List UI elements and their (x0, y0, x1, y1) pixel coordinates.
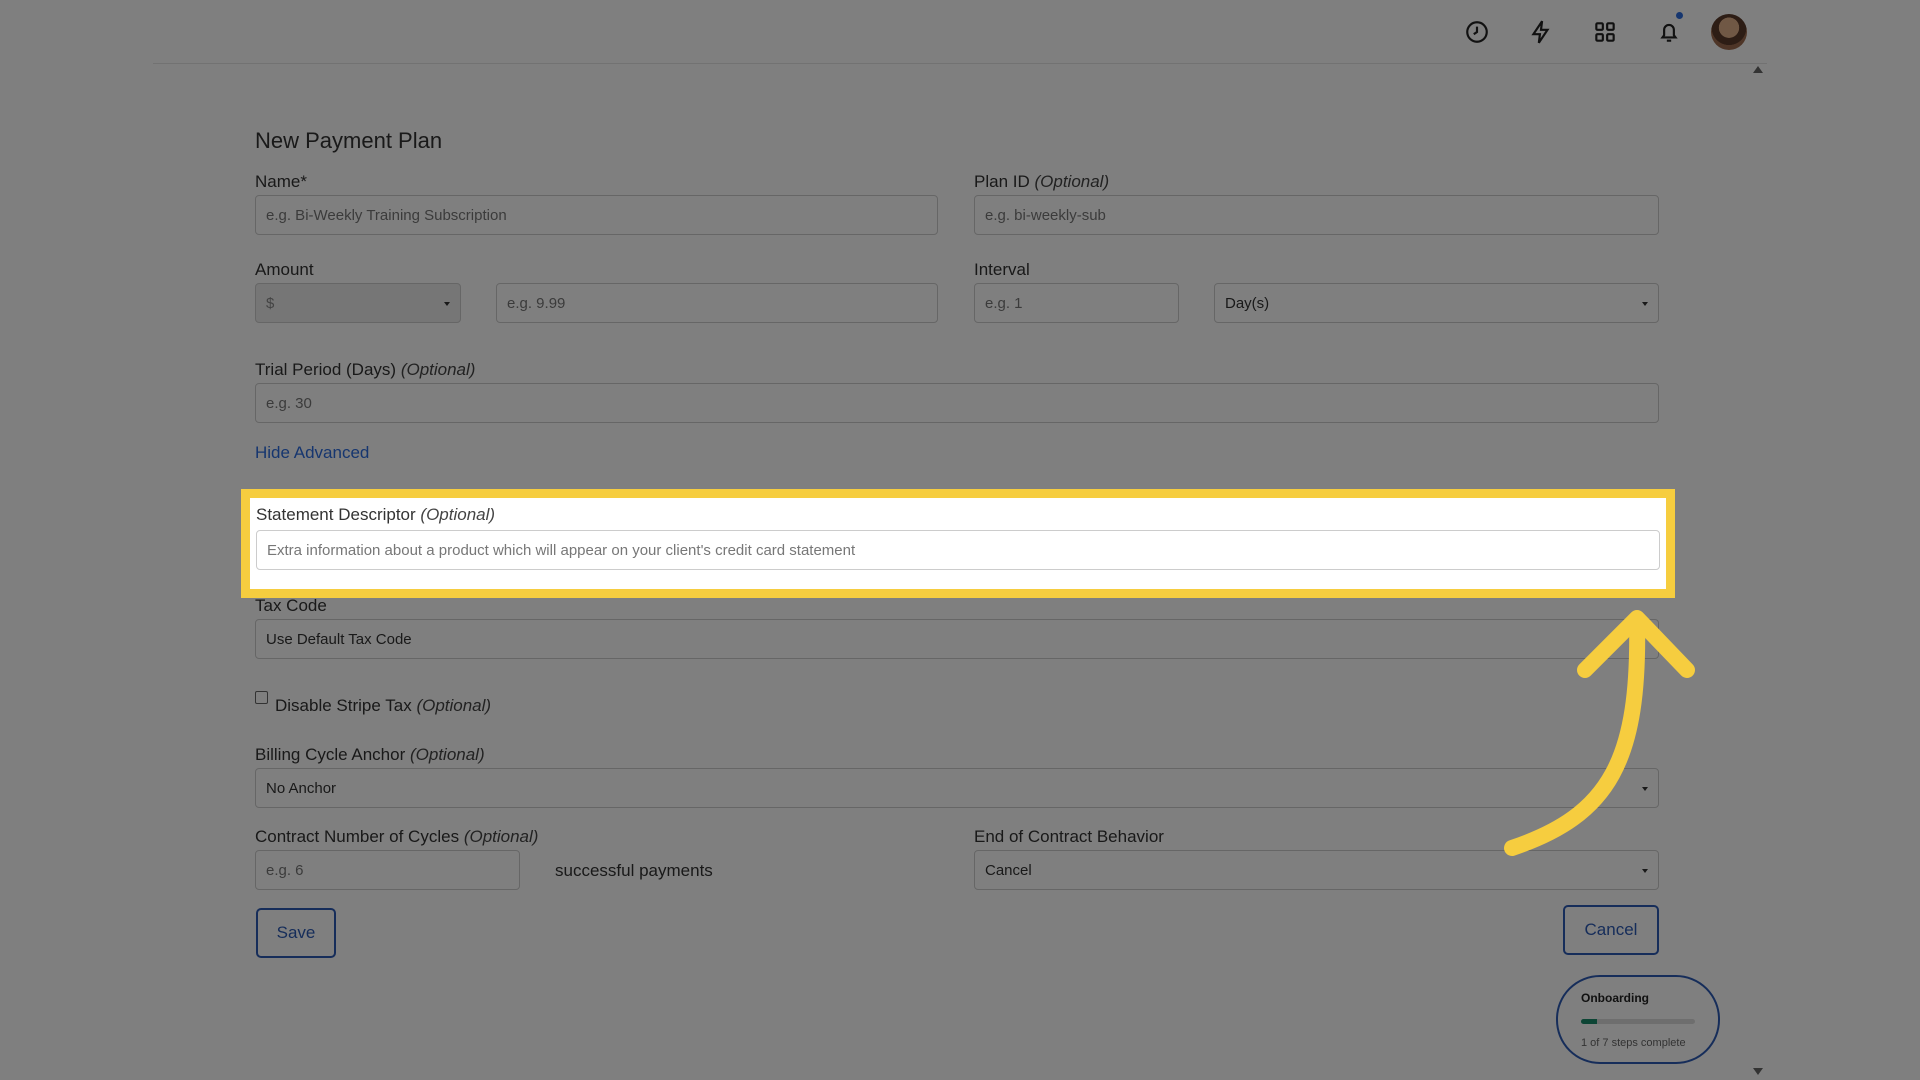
statement-descriptor-label: Statement Descriptor (Optional) (256, 505, 496, 524)
pointer-arrow-icon (1504, 610, 1695, 856)
statement-descriptor-input[interactable]: Extra information about a product which … (256, 530, 1660, 570)
statement-descriptor-highlight: Statement Descriptor (Optional) Extra in… (241, 489, 1675, 598)
